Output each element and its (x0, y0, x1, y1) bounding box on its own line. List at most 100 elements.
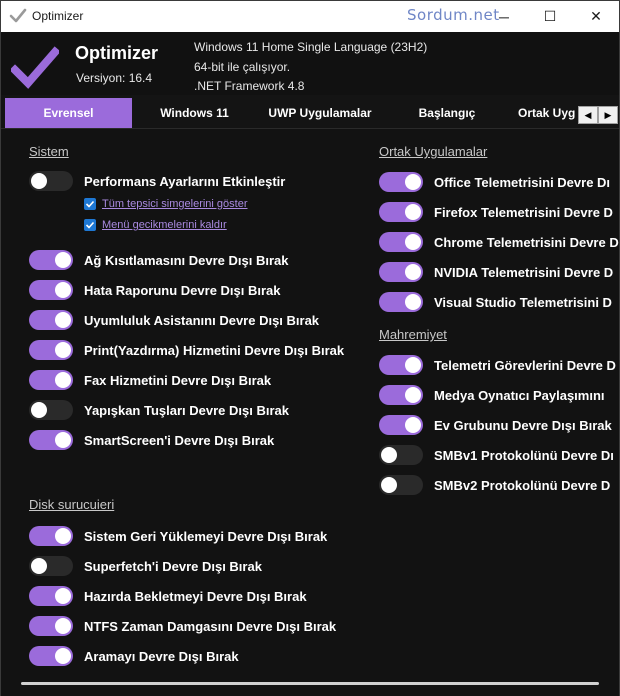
office-telemetry-toggle[interactable] (379, 172, 423, 192)
tab-label: Ortak Uyg (518, 106, 576, 120)
superfetch-toggle[interactable] (29, 556, 73, 576)
toggle-label: SMBv1 Protokolünü Devre Dı (434, 447, 614, 463)
checkmark-icon (85, 200, 95, 208)
toggle-row-vs-telemetry[interactable]: Visual Studio Telemetrisini D (379, 290, 612, 314)
homegroup-toggle[interactable] (379, 415, 423, 435)
toggle-row-smbv1[interactable]: SMBv1 Protokolünü Devre Dı (379, 443, 614, 467)
toggle-row-smbv2[interactable]: SMBv2 Protokolünü Devre D (379, 473, 610, 497)
toggle-knob (405, 234, 421, 250)
toggle-row-search[interactable]: Aramayı Devre Dışı Bırak (29, 644, 239, 668)
title-bar[interactable]: Optimizer Sordum.net ─ ☐ ✕ (1, 1, 619, 32)
toggle-label: SMBv2 Protokolünü Devre D (434, 477, 611, 493)
toggle-label: Office Telemetrisini Devre Dı (434, 174, 611, 190)
tab-common-apps[interactable]: Ortak Uyg (511, 98, 578, 128)
checkmark-icon (85, 221, 95, 229)
toggle-label: Visual Studio Telemetrisini D (434, 294, 612, 310)
maximize-icon: ☐ (543, 8, 557, 24)
firefox-telemetry-toggle[interactable] (379, 202, 423, 222)
toggle-knob (381, 477, 397, 493)
toggle-label: Chrome Telemetrisini Devre D (434, 234, 619, 250)
arch-info: 64-bit ile çalışıyor. (194, 59, 291, 74)
toggle-knob (381, 447, 397, 463)
tab-uwp-apps[interactable]: UWP Uygulamalar (257, 98, 383, 128)
toggle-row-media-sharing[interactable]: Medya Oynatıcı Paylaşımını (379, 383, 605, 407)
toggle-row-superfetch[interactable]: Superfetch'i Devre Dışı Bırak (29, 554, 262, 578)
tab-startup[interactable]: Başlangıç (383, 98, 511, 128)
error-reporting-toggle[interactable] (29, 280, 73, 300)
toggle-row-system-restore[interactable]: Sistem Geri Yüklemeyi Devre Dışı Bırak (29, 524, 327, 548)
compatibility-assistant-toggle[interactable] (29, 310, 73, 330)
section-title-sistem: Sistem (29, 144, 69, 159)
toggle-row-firefox-telemetry[interactable]: Firefox Telemetrisini Devre D (379, 200, 613, 224)
toggle-row-hibernation[interactable]: Hazırda Bekletmeyi Devre Dışı Bırak (29, 584, 307, 608)
check-row-tray-icons[interactable]: Tüm tepsici simgelerini göster (84, 196, 248, 212)
app-version: Versiyon: 16.4 (76, 71, 153, 85)
toggle-label: Sistem Geri Yüklemeyi Devre Dışı Bırak (84, 528, 328, 544)
toggle-row-homegroup[interactable]: Ev Grubunu Devre Dışı Bırak (379, 413, 612, 437)
check-label[interactable]: Tüm tepsici simgelerini göster (102, 198, 248, 210)
toggle-label: Fax Hizmetini Devre Dışı Bırak (84, 372, 272, 388)
fax-service-toggle[interactable] (29, 370, 73, 390)
smartscreen-toggle[interactable] (29, 430, 73, 450)
toggle-knob (55, 432, 71, 448)
toggle-row-ntfs-timestamp[interactable]: NTFS Zaman Damgasını Devre Dışı Bırak (29, 614, 336, 638)
close-button[interactable]: ✕ (573, 1, 619, 32)
toggle-knob (55, 618, 71, 634)
app-name: Optimizer (75, 43, 159, 63)
check-row-menu-delays[interactable]: Menü gecikmelerini kaldır (84, 217, 227, 233)
chrome-telemetry-toggle[interactable] (379, 232, 423, 252)
horizontal-scrollbar[interactable] (21, 682, 599, 685)
tab-scroll-left-button[interactable]: ◀ (578, 106, 598, 124)
smbv2-toggle[interactable] (379, 475, 423, 495)
search-toggle[interactable] (29, 646, 73, 666)
ntfs-timestamp-toggle[interactable] (29, 616, 73, 636)
sticky-keys-toggle[interactable] (29, 400, 73, 420)
toggle-row-chrome-telemetry[interactable]: Chrome Telemetrisini Devre D (379, 230, 619, 254)
toggle-label: Ev Grubunu Devre Dışı Bırak (434, 417, 612, 433)
toggle-row-performance[interactable]: Performans Ayarlarını Etkinleştir (29, 169, 285, 193)
toggle-knob (55, 372, 71, 388)
minimize-button[interactable]: ─ (481, 1, 527, 32)
toggle-label: Telemetri Görevlerini Devre D (434, 357, 616, 373)
logo-check-icon (11, 46, 59, 89)
toggle-row-telemetry-tasks[interactable]: Telemetri Görevlerini Devre D (379, 353, 616, 377)
tab-scroll-right-button[interactable]: ▶ (598, 106, 618, 124)
toggle-label: Ağ Kısıtlamasını Devre Dışı Bırak (84, 252, 289, 268)
system-restore-toggle[interactable] (29, 526, 73, 546)
nvidia-telemetry-toggle[interactable] (379, 262, 423, 282)
toggle-knob (405, 264, 421, 280)
media-sharing-toggle[interactable] (379, 385, 423, 405)
tray-icons-checkbox[interactable] (84, 198, 96, 210)
check-label[interactable]: Menü gecikmelerini kaldır (102, 219, 227, 231)
menu-delays-checkbox[interactable] (84, 219, 96, 231)
toggle-row-nvidia-telemetry[interactable]: NVIDIA Telemetrisini Devre D (379, 260, 613, 284)
toggle-label: SmartScreen'i Devre Dışı Bırak (84, 432, 275, 448)
section-title-privacy: Mahremiyet (379, 327, 447, 342)
toggle-knob (405, 387, 421, 403)
tab-windows-11[interactable]: Windows 11 (132, 98, 257, 128)
toggle-knob (405, 417, 421, 433)
performance-toggle[interactable] (29, 171, 73, 191)
toggle-knob (31, 558, 47, 574)
vs-telemetry-toggle[interactable] (379, 292, 423, 312)
close-icon: ✕ (590, 8, 602, 24)
tab-label: Evrensel (43, 106, 94, 120)
toggle-row-error-reporting[interactable]: Hata Raporunu Devre Dışı Bırak (29, 278, 281, 302)
section-title-disk: Disk surucuieri (29, 497, 115, 512)
toggle-row-compatibility-assistant[interactable]: Uyumluluk Asistanını Devre Dışı Bırak (29, 308, 319, 332)
toggle-row-fax-service[interactable]: Fax Hizmetini Devre Dışı Bırak (29, 368, 271, 392)
toggle-row-network-throttling[interactable]: Ağ Kısıtlamasını Devre Dışı Bırak (29, 248, 288, 272)
toggle-row-smartscreen[interactable]: SmartScreen'i Devre Dışı Bırak (29, 428, 274, 452)
toggle-knob (31, 173, 47, 189)
network-throttling-toggle[interactable] (29, 250, 73, 270)
smbv1-toggle[interactable] (379, 445, 423, 465)
telemetry-tasks-toggle[interactable] (379, 355, 423, 375)
hibernation-toggle[interactable] (29, 586, 73, 606)
toggle-row-office-telemetry[interactable]: Office Telemetrisini Devre Dı (379, 170, 610, 194)
toggle-row-print-service[interactable]: Print(Yazdırma) Hizmetini Devre Dışı Bır… (29, 338, 344, 362)
maximize-button[interactable]: ☐ (527, 1, 573, 32)
tab-evrensel[interactable]: Evrensel (5, 98, 132, 128)
toggle-row-sticky-keys[interactable]: Yapışkan Tuşları Devre Dışı Bırak (29, 398, 289, 422)
app-check-icon (9, 8, 27, 23)
print-service-toggle[interactable] (29, 340, 73, 360)
